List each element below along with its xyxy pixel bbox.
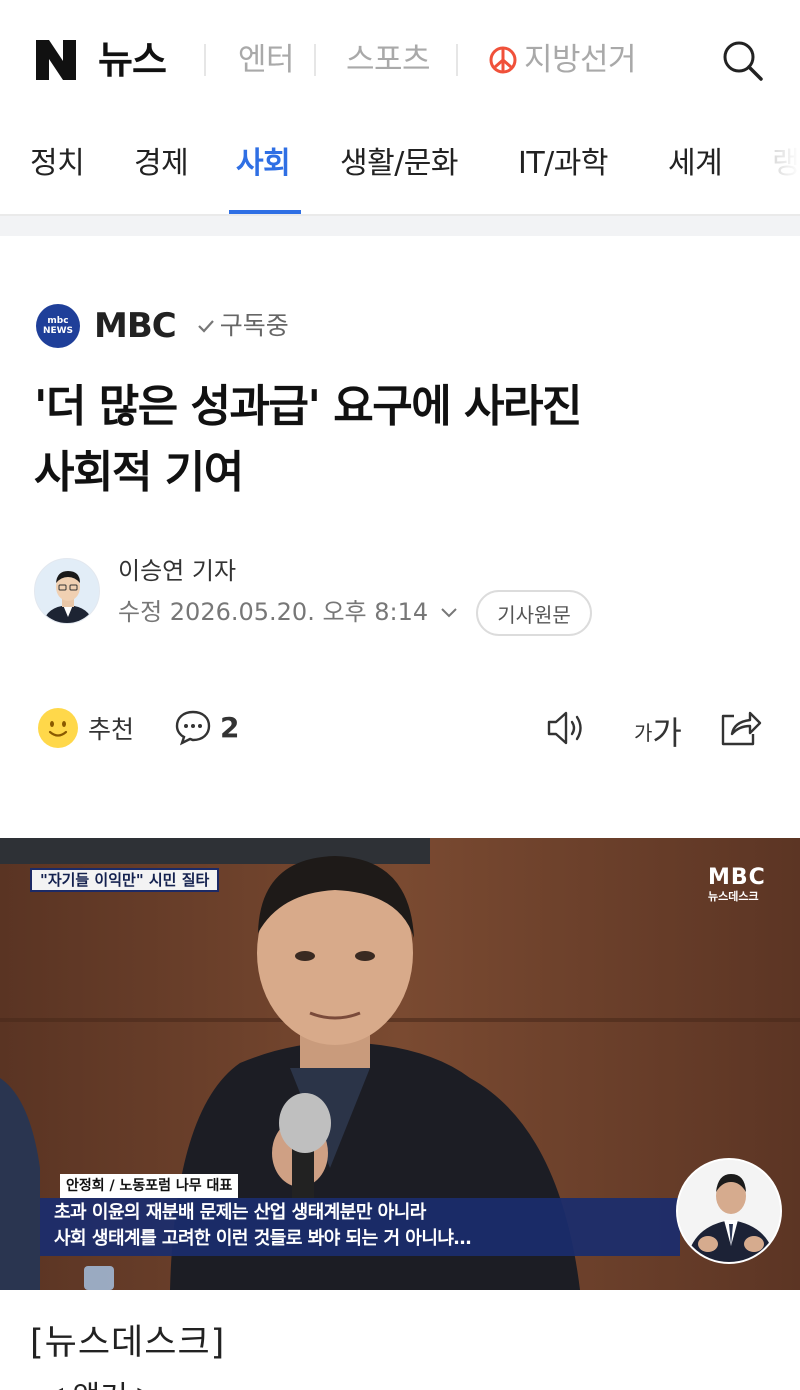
tab-world[interactable]: 세계 [668,144,723,184]
tab-society[interactable]: 사회 [236,144,291,184]
tab-life-culture[interactable]: 생활/문화 [340,144,459,184]
video-subtitle: 초과 이윤의 재분배 문제는 산업 생태계분만 아니라 사회 생태계를 고려한 … [40,1198,680,1256]
ballot-icon [488,45,518,75]
video-caption-top: "자기들 이익만" 시민 질타 [30,868,220,892]
subtitle-line: 사회 생태계를 고려한 이런 것들로 봐야 되는 거 아니냐… [54,1228,471,1249]
sign-language-interpreter [676,1158,782,1264]
like-label: 추천 [88,715,135,744]
nav-link-sports[interactable]: 스포츠 [346,40,431,80]
news-video-player[interactable]: "자기들 이익만" 시민 질타 MBC 뉴스데스크 안정희 / 노동포럼 나무 … [0,838,800,1290]
channel-watermark: MBC 뉴스데스크 [708,866,766,904]
subtitle-line: 초과 이윤의 재분배 문제는 산업 생태계분만 아니라 [54,1202,426,1223]
channel-sub: 뉴스데스크 [708,890,759,903]
mbc-news-logo[interactable]: mbc NEWS [36,304,80,348]
article-section-label: [뉴스데스크] [30,1323,226,1363]
press-logo-line: NEWS [42,326,74,336]
tab-it-science[interactable]: IT/과학 [518,144,608,184]
search-icon [723,41,763,81]
comment-icon [175,710,211,746]
tab-economy[interactable]: 경제 [134,144,189,184]
original-article-button[interactable]: 기사원문 [476,590,592,636]
nav-link-entertain[interactable]: 엔터 [238,40,295,80]
article-action-bar: 추천 2 가 가 [0,700,800,756]
naver-n-icon [34,38,78,82]
edit-date-text: 수정 2026.05.20. 오후 8:14 [118,598,429,626]
section-divider [0,216,800,236]
divider [204,44,206,76]
font-size-small: 가 [634,720,653,745]
channel-mark: MBC [708,865,766,890]
comment-count: 2 [220,710,240,744]
like-button[interactable]: 추천 [38,708,134,748]
press-logo-line: mbc [47,316,69,326]
share-icon [721,711,762,746]
search-button[interactable] [720,38,766,84]
comment-button[interactable]: 2 [174,708,239,746]
font-size-button[interactable]: 가 가 [634,708,682,754]
reporter-name[interactable]: 이승연 기자 [118,556,236,586]
logo-text: 뉴스 [98,38,167,82]
divider [456,44,458,76]
speaker-name-tag: 안정희 / 노동포럼 나무 대표 [60,1174,239,1198]
speaker-icon [547,711,582,745]
active-tab-indicator [229,210,301,214]
nav-link-election[interactable]: 지방선거 [488,40,637,80]
headline-line: '더 많은 성과급' 요구에 사라진 [34,381,582,432]
reporter-avatar[interactable] [34,558,100,624]
election-label: 지방선거 [524,42,637,78]
listen-button[interactable] [546,708,588,748]
chevron-down-icon [441,608,457,618]
naver-news-logo[interactable]: 뉴스 [34,38,167,82]
headline-line: 사회적 기여 [34,447,244,498]
scroll-fade [750,120,800,214]
article-headline: '더 많은 성과급' 요구에 사라진 사회적 기여 [34,374,764,506]
divider [314,44,316,76]
press-row: mbc NEWS MBC 구독중 [36,304,289,348]
category-nav: 정치 경제 사회 생활/문화 IT/과학 세계 랭 [0,120,800,216]
check-icon [197,320,214,333]
press-name[interactable]: MBC [94,304,177,348]
article-body-text: ◀ 앵커 ▶ [40,1378,160,1390]
subscribe-button[interactable]: 구독중 [196,304,289,348]
share-button[interactable] [718,706,762,748]
font-size-big: 가 [652,714,681,752]
top-bar: 뉴스 엔터 스포츠 지방선거 [0,0,800,120]
tab-politics[interactable]: 정치 [30,144,85,184]
edit-date[interactable]: 수정 2026.05.20. 오후 8:14 [118,596,460,628]
smile-icon [38,708,78,748]
subscribe-label: 구독중 [219,311,289,340]
